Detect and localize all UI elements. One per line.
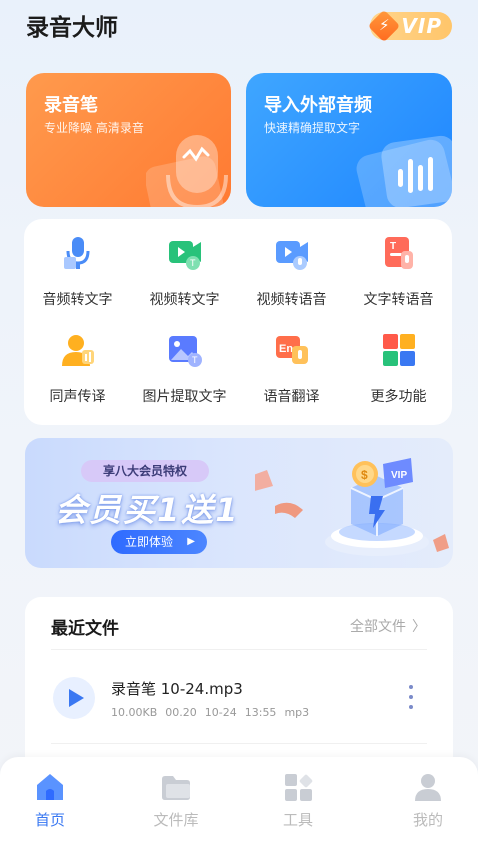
recent-files-section: 最近文件 全部文件〉 录音笔 10-24.mp3 10.00KB 00.20 10-… [25, 597, 453, 757]
tool-voice-translate[interactable]: En 语音翻译 [238, 320, 345, 410]
tool-label: 更多功能 [370, 389, 427, 405]
svg-text:T: T [390, 241, 396, 252]
tool-label: 文字转语音 [363, 292, 434, 308]
image-ocr-icon: T [169, 336, 202, 367]
tools-grid: 音频转文字 T 视频转文字 视频转语音 T 文字转语音 同声传译 T 图片提取文… [24, 219, 452, 425]
file-time: 13:55 [244, 706, 277, 719]
svg-text:T: T [190, 258, 196, 268]
tab-profile[interactable]: 我的 [368, 757, 478, 850]
tool-label: 图片提取文字 [142, 389, 227, 405]
svg-text:T: T [192, 355, 198, 365]
tab-file-library[interactable]: 文件库 [116, 757, 236, 850]
gift-box-icon: $ VIP [255, 458, 449, 556]
file-row[interactable]: 录音笔 10-24.mp3 10.00KB 00.20 10-24 13:55 mp3 [25, 663, 453, 733]
tool-video-to-text[interactable]: T 视频转文字 [131, 223, 238, 313]
video-to-speech-icon [276, 241, 308, 270]
recent-files-title: 最近文件 [51, 619, 119, 639]
file-meta: 10.00KB 00.20 10-24 13:55 mp3 [111, 706, 317, 719]
try-now-button[interactable]: 立即体验 ▶ [111, 530, 207, 554]
file-date: 10-24 [204, 706, 237, 719]
tool-more-features[interactable]: 更多功能 [345, 320, 452, 410]
tool-label: 视频转文字 [149, 292, 220, 308]
tab-tools[interactable]: 工具 [238, 757, 358, 850]
tool-image-ocr[interactable]: T 图片提取文字 [131, 320, 238, 410]
play-icon [69, 689, 84, 707]
tab-label: 我的 [412, 811, 443, 829]
import-audio-card[interactable]: 导入外部音频 快速精确提取文字 [246, 73, 452, 207]
lightning-icon: ⚡ [379, 16, 390, 34]
microphone-icon [146, 135, 228, 207]
try-now-label: 立即体验 [125, 535, 174, 549]
banner-headline: 会员买1送1 [55, 491, 240, 529]
tab-label: 首页 [34, 811, 65, 829]
app-title: 录音大师 [26, 15, 118, 41]
file-name: 录音笔 10-24.mp3 [111, 680, 243, 698]
all-files-link[interactable]: 全部文件〉 [350, 616, 426, 636]
vip-label: VIP [401, 14, 442, 38]
more-features-icon [383, 334, 415, 366]
chevron-right-icon: 〉 [412, 619, 426, 635]
bottom-tab-bar: 首页 文件库 工具 我的 [0, 757, 478, 850]
voice-translate-icon: En [276, 336, 308, 364]
import-audio-subtitle: 快速精确提取文字 [264, 121, 361, 135]
vip-promo-banner[interactable]: 享八大会员特权 会员买1送1 立即体验 ▶ $ VIP [25, 438, 453, 568]
divider [51, 649, 427, 650]
tool-label: 视频转语音 [256, 292, 327, 308]
divider [51, 743, 427, 744]
import-audio-title: 导入外部音频 [264, 95, 372, 116]
vip-badge[interactable]: ⚡ VIP [367, 9, 452, 43]
svg-text:$: $ [361, 468, 368, 482]
play-arrow-icon: ▶ [187, 536, 195, 547]
banner-tag: 享八大会员特权 [81, 460, 210, 482]
svg-text:En: En [279, 343, 293, 355]
file-duration: 00.20 [165, 706, 197, 719]
tab-label: 文件库 [153, 811, 199, 829]
tool-audio-to-text[interactable]: 音频转文字 [24, 223, 131, 313]
tool-video-to-speech[interactable]: 视频转语音 [238, 223, 345, 313]
all-files-label: 全部文件 [350, 619, 406, 635]
recorder-card[interactable]: 录音笔 专业降噪 高清录音 [26, 73, 231, 207]
tool-label: 音频转文字 [42, 292, 113, 308]
text-to-speech-icon: T [385, 237, 413, 269]
file-format: mp3 [284, 706, 310, 719]
file-size: 10.00KB [111, 706, 158, 719]
tool-label: 同声传译 [49, 389, 106, 405]
tool-text-to-speech[interactable]: T 文字转语音 [345, 223, 452, 313]
more-options-icon[interactable] [403, 685, 419, 713]
tools-icon [285, 774, 313, 801]
video-to-text-icon: T [169, 241, 201, 270]
svg-text:VIP: VIP [391, 470, 407, 481]
tab-home[interactable]: 首页 [0, 757, 110, 850]
folder-icon [162, 776, 190, 800]
tool-label: 语音翻译 [263, 389, 320, 405]
header: 录音大师 ⚡ VIP [0, 0, 478, 60]
home-icon [37, 774, 63, 800]
tab-label: 工具 [282, 811, 313, 829]
simultaneous-interpretation-icon [62, 335, 94, 366]
recorder-title: 录音笔 [44, 95, 98, 116]
profile-icon [415, 774, 441, 801]
play-button[interactable] [53, 677, 95, 719]
recorder-subtitle: 专业降噪 高清录音 [44, 121, 144, 135]
soundwave-icon [356, 135, 452, 207]
audio-to-text-icon [64, 237, 90, 269]
tool-simultaneous-interpretation[interactable]: 同声传译 [24, 320, 131, 410]
